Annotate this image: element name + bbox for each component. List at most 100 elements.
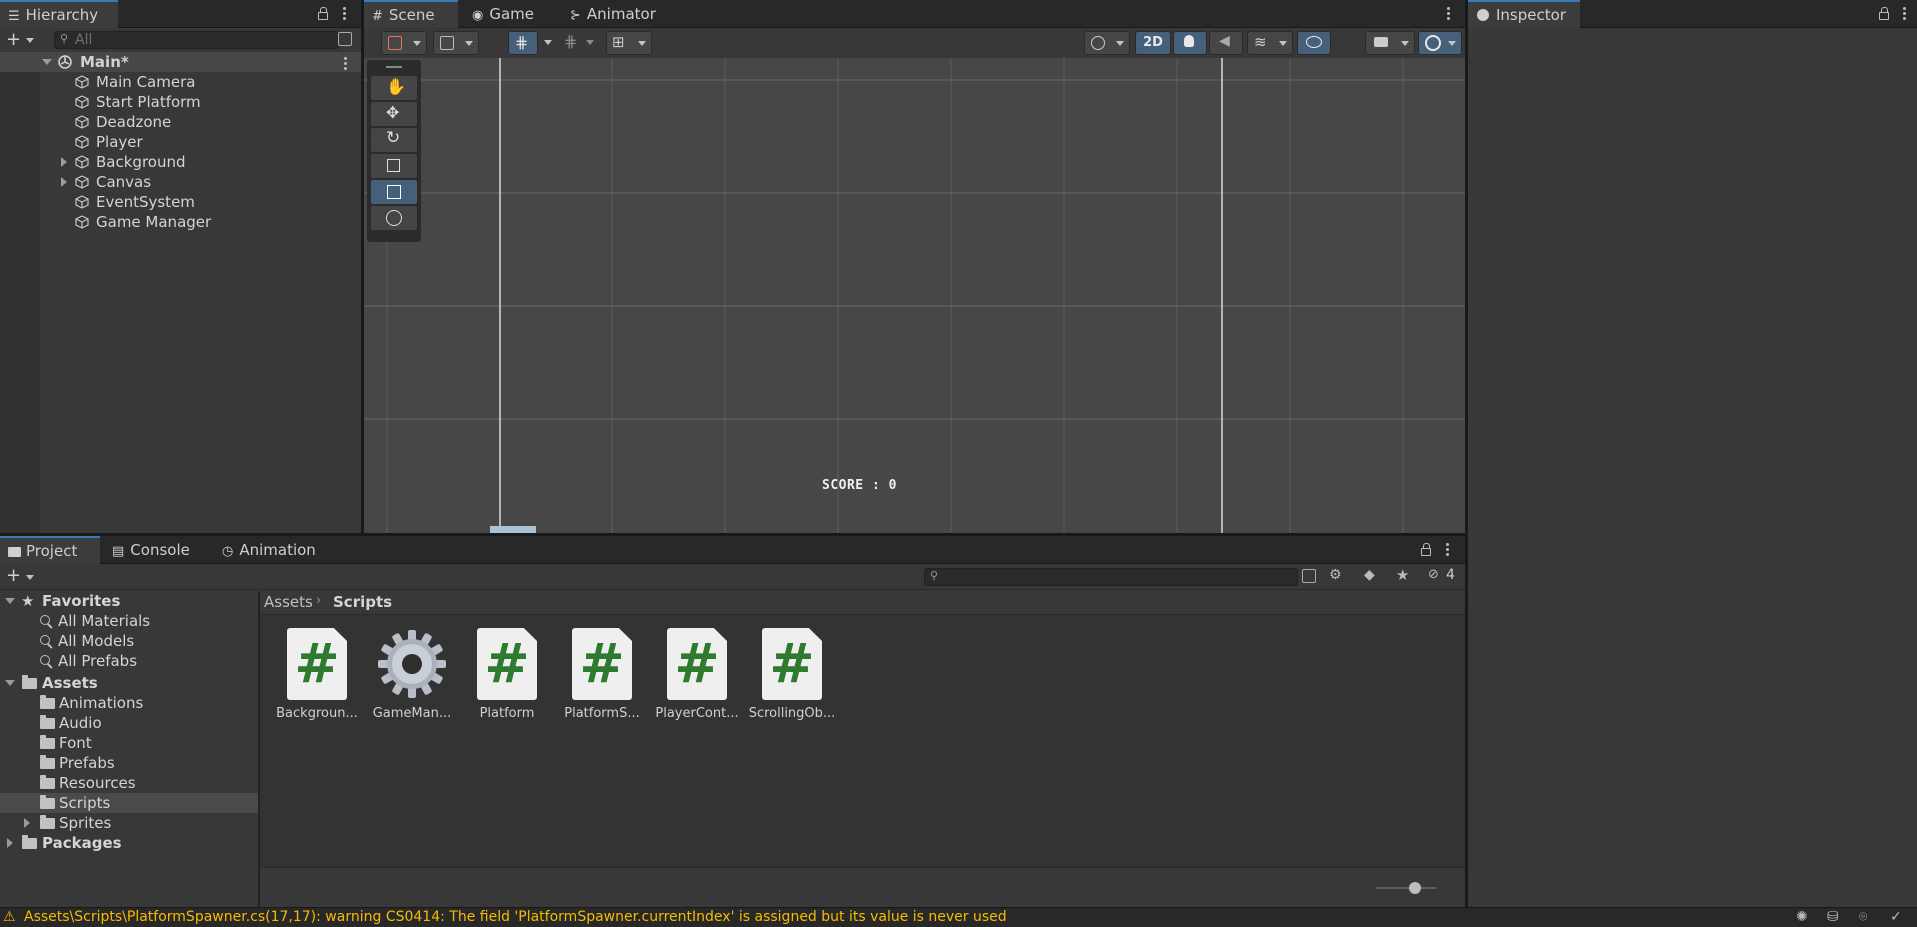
breadcrumb-scripts[interactable]: Scripts bbox=[333, 593, 392, 611]
shading-mode-button[interactable] bbox=[1084, 31, 1130, 55]
favorites-item[interactable]: All Models bbox=[0, 631, 258, 651]
asset-file[interactable]: # PlatformS... bbox=[557, 628, 647, 721]
rotate-tool-button[interactable]: ↻ bbox=[371, 128, 417, 152]
search-options-icon[interactable] bbox=[1302, 569, 1316, 583]
lock-icon[interactable] bbox=[1879, 7, 1889, 20]
project-search-input[interactable]: ⚲ bbox=[924, 568, 1298, 586]
toggle-2d-button[interactable]: 2D bbox=[1135, 31, 1171, 55]
expand-arrow-icon[interactable] bbox=[61, 177, 67, 187]
asset-folder-label: Scripts bbox=[59, 794, 111, 812]
scene-viewport[interactable]: ✋ ✥ ↻ SCORE : 0 bbox=[364, 58, 1465, 533]
grid-snap-button[interactable]: ⋕ bbox=[508, 31, 538, 55]
scene-menu-icon[interactable] bbox=[344, 57, 348, 72]
expand-arrow-icon[interactable] bbox=[42, 59, 52, 65]
tab-hierarchy[interactable]: ☰ Hierarchy bbox=[0, 0, 118, 28]
inspector-panel: Inspector bbox=[1468, 0, 1917, 907]
asset-folder-item[interactable]: Scripts bbox=[0, 793, 258, 813]
asset-folder-item[interactable]: Animations bbox=[0, 693, 258, 713]
asset-folder-item[interactable]: Audio bbox=[0, 713, 258, 733]
zoom-slider-thumb[interactable] bbox=[1409, 882, 1421, 894]
asset-folder-item[interactable]: Resources bbox=[0, 773, 258, 793]
lock-icon[interactable] bbox=[318, 7, 328, 20]
scene-menu-icon[interactable] bbox=[1447, 7, 1451, 22]
expand-arrow-icon[interactable] bbox=[5, 598, 15, 604]
assets-row[interactable]: Assets bbox=[0, 673, 258, 693]
hierarchy-search-input[interactable]: ⚲ All bbox=[54, 31, 339, 49]
unity-scene-icon bbox=[58, 55, 72, 69]
cache-server-icon[interactable]: ⛁ bbox=[1827, 909, 1839, 925]
favorites-row[interactable]: ★ Favorites bbox=[0, 591, 258, 611]
tab-scene[interactable]: # Scene bbox=[364, 0, 458, 28]
hierarchy-item[interactable]: EventSystem bbox=[0, 192, 361, 212]
audio-toggle-button[interactable]: ◀ bbox=[1209, 31, 1243, 55]
tab-inspector[interactable]: Inspector bbox=[1468, 0, 1580, 28]
favorites-item[interactable]: All Prefabs bbox=[0, 651, 258, 671]
tag-icon[interactable]: ◆ bbox=[1364, 567, 1375, 583]
asset-folder-item[interactable]: Sprites bbox=[0, 813, 258, 833]
status-bar: ⚠ Assets\Scripts\PlatformSpawner.cs(17,1… bbox=[0, 907, 1917, 927]
hierarchy-item[interactable]: Start Platform bbox=[0, 92, 361, 112]
tool-global-button[interactable] bbox=[433, 31, 479, 55]
script-glyph: # bbox=[294, 632, 340, 695]
transform-tool-button[interactable] bbox=[371, 206, 417, 230]
scale-tool-button[interactable] bbox=[371, 154, 417, 178]
expand-arrow-icon[interactable] bbox=[24, 818, 30, 828]
drag-handle-icon[interactable] bbox=[386, 66, 402, 68]
expand-arrow-icon[interactable] bbox=[61, 157, 67, 167]
tab-game[interactable]: ◉ Game bbox=[464, 0, 544, 28]
filter-type-icon[interactable]: ⚙ bbox=[1329, 567, 1342, 583]
hierarchy-menu-icon[interactable] bbox=[343, 7, 347, 22]
asset-file[interactable]: # Backgroun... bbox=[272, 628, 362, 721]
tab-animator[interactable]: ⊱ Animator bbox=[562, 0, 666, 28]
favorites-item[interactable]: All Materials bbox=[0, 611, 258, 631]
tab-animation[interactable]: ◷ Animation bbox=[214, 536, 326, 564]
chevron-down-icon[interactable] bbox=[26, 38, 34, 43]
hierarchy-item[interactable]: Game Manager bbox=[0, 212, 361, 232]
expand-arrow-icon[interactable] bbox=[5, 680, 15, 686]
breadcrumb-assets[interactable]: Assets bbox=[264, 593, 313, 611]
hierarchy-item[interactable]: Background bbox=[0, 152, 361, 172]
hierarchy-item[interactable]: Deadzone bbox=[0, 112, 361, 132]
increment-snap-button[interactable]: ⊞ bbox=[606, 31, 652, 55]
add-icon[interactable]: + bbox=[6, 565, 21, 586]
scene-visibility-button[interactable] bbox=[1297, 31, 1331, 55]
tab-console[interactable]: ▤ Console bbox=[104, 536, 200, 564]
lighting-toggle-button[interactable] bbox=[1173, 31, 1207, 55]
snap-increment-button[interactable]: ⋕ bbox=[560, 31, 600, 55]
tab-project[interactable]: Project bbox=[0, 536, 100, 564]
hierarchy-item[interactable]: Player bbox=[0, 132, 361, 152]
lock-icon[interactable] bbox=[1421, 543, 1431, 556]
effects-button[interactable]: ≋ bbox=[1247, 31, 1293, 55]
hierarchy-item[interactable]: Canvas bbox=[0, 172, 361, 192]
packages-row[interactable]: Packages bbox=[0, 833, 258, 853]
gizmos-button[interactable] bbox=[1418, 31, 1462, 55]
hidden-packages-icon[interactable]: ⊘ bbox=[1428, 567, 1439, 582]
expand-arrow-icon[interactable] bbox=[7, 838, 13, 848]
debug-mode-icon[interactable]: ⌾ bbox=[1859, 909, 1867, 925]
grid-menu-button[interactable] bbox=[538, 31, 558, 55]
rect-tool-button[interactable] bbox=[371, 180, 417, 204]
auto-generate-lighting-icon[interactable]: ✺ bbox=[1796, 909, 1808, 925]
hierarchy-item[interactable]: Main Camera bbox=[0, 72, 361, 92]
asset-folder-item[interactable]: Prefabs bbox=[0, 753, 258, 773]
chevron-down-icon[interactable] bbox=[26, 575, 34, 580]
inspector-menu-icon[interactable] bbox=[1903, 7, 1907, 22]
asset-file[interactable]: # ScrollingOb... bbox=[747, 628, 837, 721]
asset-file[interactable]: # PlayerCont... bbox=[652, 628, 742, 721]
asset-folder-item[interactable]: Font bbox=[0, 733, 258, 753]
move-tool-button[interactable]: ✥ bbox=[371, 102, 417, 126]
scale-icon bbox=[387, 159, 400, 172]
asset-file[interactable]: GameMan... bbox=[367, 628, 457, 721]
add-icon[interactable]: + bbox=[6, 29, 21, 50]
view-tool-button[interactable]: ✋ bbox=[371, 76, 417, 100]
star-icon[interactable]: ★ bbox=[1396, 566, 1409, 584]
camera-button[interactable] bbox=[1365, 31, 1415, 55]
search-options-icon[interactable] bbox=[338, 32, 352, 46]
scene-row[interactable]: Main* bbox=[0, 52, 361, 72]
project-menu-icon[interactable] bbox=[1446, 543, 1450, 558]
tool-handle-button[interactable] bbox=[381, 31, 427, 55]
zoom-slider-track[interactable] bbox=[1376, 887, 1436, 889]
status-message[interactable]: Assets\Scripts\PlatformSpawner.cs(17,17)… bbox=[24, 909, 1007, 925]
asset-file[interactable]: # Platform bbox=[462, 628, 552, 721]
check-circle-icon[interactable]: ✓ bbox=[1890, 909, 1902, 925]
